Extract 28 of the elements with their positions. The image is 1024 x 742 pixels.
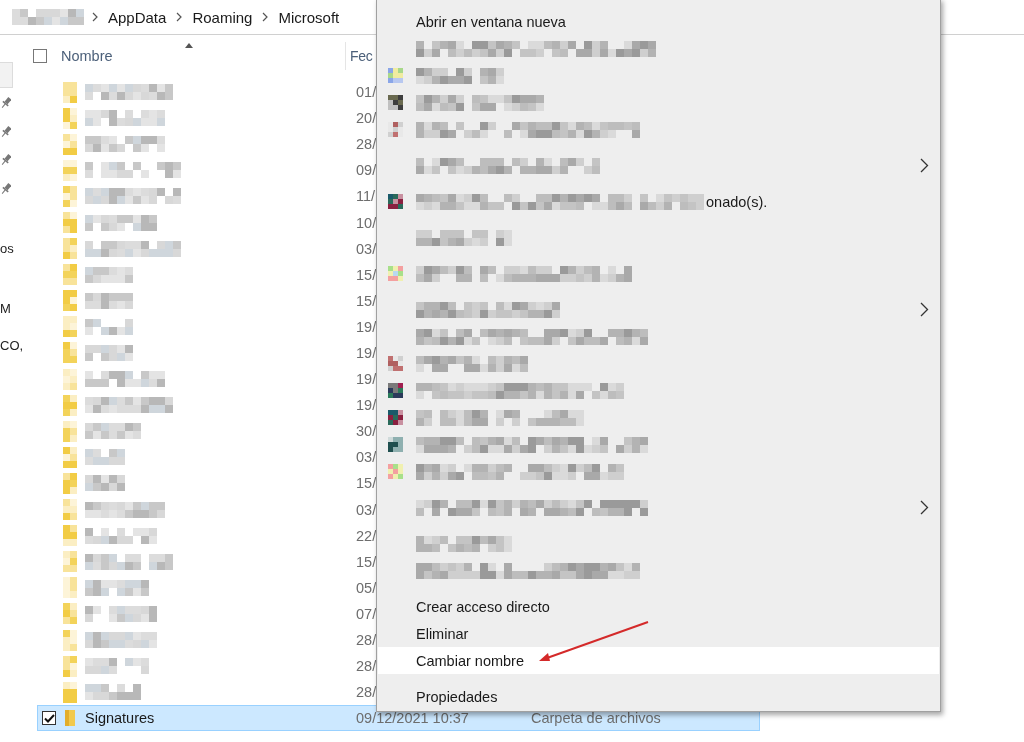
date-cell: 19/ [356, 397, 377, 414]
date-cell: 09/ [356, 162, 377, 179]
date-cell: 28/ [356, 136, 377, 153]
date-cell: 10/ [356, 214, 377, 231]
date-cell: 11/ [356, 188, 376, 205]
menu-item-text: onado(s). [706, 193, 768, 210]
date-cell: 07/ [356, 605, 377, 622]
date-cell: 19/ [356, 345, 377, 361]
date-cell: 22/ [356, 527, 377, 544]
file-name: Signatures [85, 710, 155, 727]
date-cell: 19/ [356, 371, 377, 388]
date-cell: 03/ [356, 501, 377, 518]
date-cell: 05/ [356, 579, 377, 596]
date-cell: 03/ [356, 240, 377, 257]
date-cell: 28/ [356, 632, 377, 648]
date-cell: 15/ [356, 553, 377, 570]
date-cell: 28/ [356, 658, 377, 675]
date-cell: 28/ [356, 684, 377, 701]
date-cell: 20/ [356, 110, 377, 127]
date-cell: 15/ [356, 266, 377, 283]
date-cell: 30/ [356, 423, 377, 440]
date-cell: 19/ [356, 318, 377, 335]
date-cell: 15/ [356, 475, 377, 492]
date-cell: 15/ [356, 292, 377, 309]
date-cell: 03/ [356, 449, 377, 466]
date-cell: 01/ [356, 84, 377, 101]
type-cell: Carpeta de archivos [531, 710, 661, 727]
date-cell: 09/12/2021 10:37 [356, 710, 469, 727]
